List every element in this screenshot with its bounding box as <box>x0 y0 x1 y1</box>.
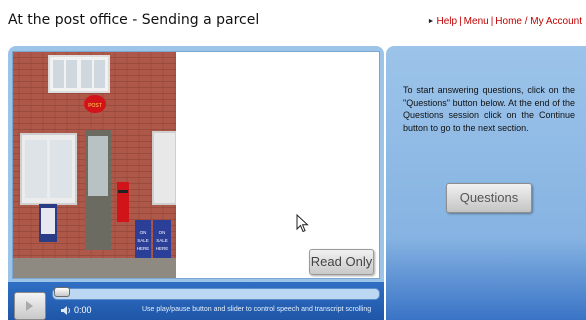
menu-link[interactable]: Menu <box>464 16 489 27</box>
read-only-button[interactable]: Read Only <box>309 249 374 275</box>
svg-text:SALE: SALE <box>156 238 168 243</box>
page-title: At the post office - Sending a parcel <box>8 12 260 28</box>
instructions-panel: To start answering questions, click on t… <box>386 46 586 320</box>
post-office-building-image: POST ON SALE HERE ON SALE HERE <box>13 52 176 278</box>
progress-slider-track[interactable] <box>52 288 380 300</box>
svg-text:HERE: HERE <box>137 246 150 251</box>
svg-text:HERE: HERE <box>156 246 169 251</box>
mouse-cursor-icon <box>296 214 309 233</box>
svg-text:ON: ON <box>159 230 166 235</box>
video-panel: POST ON SALE HERE ON SALE HERE Read Only… <box>8 46 384 320</box>
instructions-text: To start answering questions, click on t… <box>403 85 575 133</box>
help-link[interactable]: Help <box>436 16 457 27</box>
top-nav-links: ► Help | Menu | Home / My Account <box>427 16 582 27</box>
time-display: 0:00 <box>74 305 92 315</box>
arrow-bullet-icon: ► <box>427 18 435 25</box>
progress-slider-handle[interactable] <box>54 287 70 297</box>
post-office-photo: POST ON SALE HERE ON SALE HERE <box>13 52 176 278</box>
questions-button[interactable]: Questions <box>446 183 532 213</box>
player-help-text: Use play/pause button and slider to cont… <box>142 306 372 313</box>
video-player[interactable]: POST ON SALE HERE ON SALE HERE Read Only <box>12 51 380 279</box>
play-icon <box>26 301 33 311</box>
speaker-icon[interactable] <box>60 305 72 316</box>
svg-text:POST: POST <box>88 103 102 109</box>
svg-text:ON: ON <box>140 230 147 235</box>
play-pause-button[interactable] <box>14 292 46 320</box>
home-account-link[interactable]: Home / My Account <box>495 16 582 27</box>
svg-text:SALE: SALE <box>137 238 149 243</box>
